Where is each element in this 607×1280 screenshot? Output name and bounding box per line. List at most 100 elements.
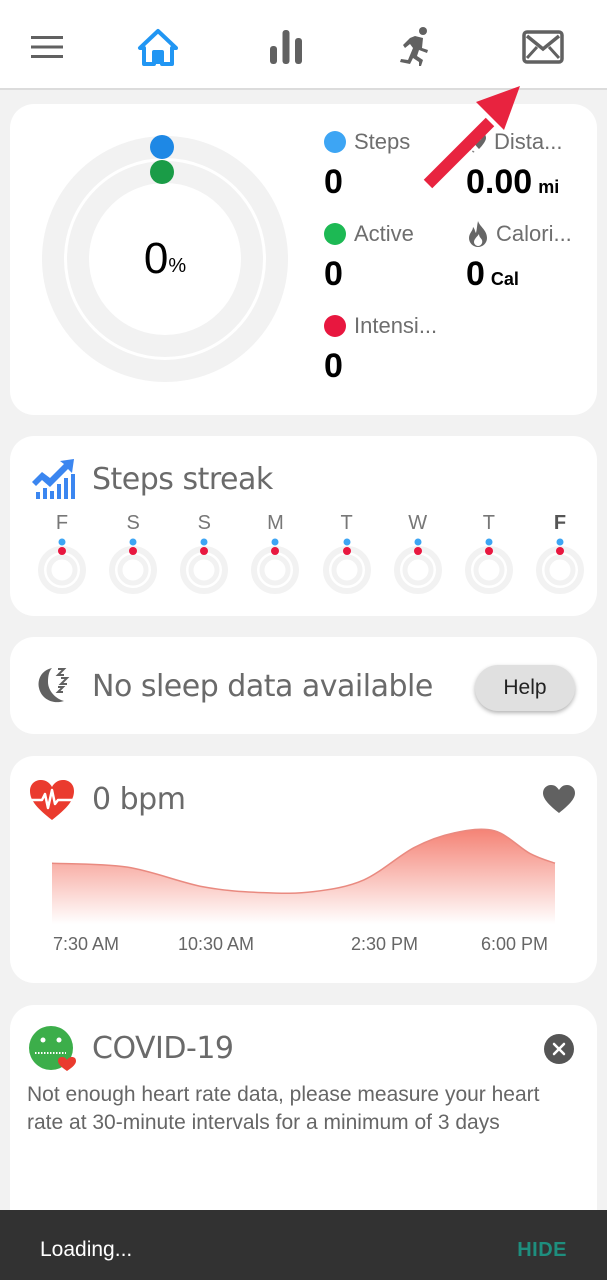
heart-rate-card[interactable]: 0 bpm 7:30 AM 10:30 AM 2:30 PM 6:00 PM [10,756,597,983]
calories-label: Calori... [496,221,572,246]
heart-rate-x-axis: 7:30 AM 10:30 AM 2:30 PM 6:00 PM [10,934,597,958]
intensity-stat[interactable]: Intensi... 0 [324,312,437,386]
hide-button[interactable]: HIDE [517,1239,567,1262]
day-label: S [126,512,140,534]
heart-rate-chart [51,828,556,924]
steps-streak-card[interactable]: Steps streak F S S M T W T F [10,436,597,616]
day-intensity-dot [58,547,66,555]
day-label: S [197,512,211,534]
heart-rate-area [52,829,555,924]
x-tick-label: 6:00 PM [481,934,549,954]
day-inner-ring [544,554,576,586]
home-tab[interactable] [133,22,183,72]
day-inner-ring [259,554,291,586]
home-icon [138,29,178,66]
day-label: T [340,512,353,534]
menu-icon [31,36,63,58]
day-ring [251,538,300,594]
day-label: M [267,512,284,534]
streak-day[interactable]: T [463,512,515,594]
day-intensity-dot [271,547,280,555]
streak-day[interactable]: T [321,512,373,594]
intensity-value: 0 [324,347,343,385]
day-ring [109,538,158,594]
active-stat[interactable]: Active 0 [324,220,414,294]
day-label: F [553,512,567,534]
close-icon[interactable] [543,1033,575,1065]
streak-day[interactable]: S [178,512,230,594]
location-icon [469,131,486,153]
percentage-sign: % [168,254,187,277]
distance-value: 0.00 [466,163,533,201]
heart-rate-value: 0 bpm [92,782,186,817]
day-steps-dot [271,538,279,546]
streak-day[interactable]: F [36,512,88,594]
active-value: 0 [324,255,343,293]
day-inner-ring [117,554,149,586]
bar-chart-icon [270,30,302,64]
calories-stat[interactable]: Calori... 0 Cal [466,220,572,299]
day-steps-dot [343,538,351,546]
covid-card[interactable]: COVID-19 Not enough heart rate data, ple… [10,1005,597,1245]
activity-rings: 0 % [40,134,290,384]
day-intensity-dot [555,547,564,555]
streak-day[interactable]: F [534,512,586,594]
day-ring [393,538,442,594]
active-dot-icon [324,223,346,245]
day-ring [180,538,229,594]
messages-button[interactable] [518,22,568,72]
percentage-value: 0 [143,234,169,283]
distance-label: Dista... [494,129,563,154]
day-inner-ring [188,554,220,586]
day-ring [535,538,584,594]
activity-summary-card[interactable]: 0 % Steps 0 Dista... 0.00 mi Active 0 Cal… [10,104,597,415]
moon-sleep-icon [38,668,70,703]
intensity-dot-icon [324,315,346,337]
top-navigation-bar [0,0,607,90]
distance-stat[interactable]: Dista... 0.00 mi [466,128,562,207]
streak-days: FSSMTWTF [36,512,586,594]
covid-message: Not enough heart rate data, please measu… [27,1083,540,1134]
steps-value: 0 [324,163,343,201]
sick-face-icon [29,1026,76,1071]
steps-stat[interactable]: Steps 0 [324,128,410,202]
streak-day[interactable]: M [249,512,301,594]
day-steps-dot [556,538,564,546]
steps-dot-icon [324,131,346,153]
day-steps-dot [200,538,208,546]
loading-snackbar: Loading... HIDE [0,1210,607,1280]
intensity-label: Intensi... [354,313,438,338]
x-tick-label: 2:30 PM [351,934,419,954]
streak-day[interactable]: S [107,512,159,594]
day-inner-ring [331,554,363,586]
mail-icon [522,30,564,64]
sleep-card[interactable]: No sleep data available Help [10,637,597,734]
active-label: Active [354,221,414,246]
steps-streak-title: Steps streak [92,462,273,497]
day-ring [464,538,513,594]
menu-button[interactable] [22,22,72,72]
day-steps-dot [58,538,66,546]
help-button[interactable]: Help [475,665,575,711]
day-intensity-dot [200,547,209,555]
running-icon [400,27,428,66]
calories-unit: Cal [490,269,519,289]
flame-icon [469,221,487,247]
day-intensity-dot [342,547,351,555]
favorite-heart-icon[interactable] [542,784,576,814]
steps-label: Steps [354,129,411,154]
statistics-tab[interactable] [261,22,311,72]
goal-percentage: 0 % [40,134,290,384]
day-inner-ring [402,554,434,586]
day-label: T [482,512,495,534]
no-sleep-message: No sleep data available [92,669,433,704]
day-steps-dot [414,538,422,546]
day-intensity-dot [484,547,493,555]
day-steps-dot [485,538,493,546]
calories-value: 0 [466,255,485,293]
streak-day[interactable]: W [392,512,444,594]
day-inner-ring [473,554,505,586]
snackbar-message: Loading... [40,1238,133,1261]
workout-tab[interactable] [390,22,440,72]
day-inner-ring [46,554,78,586]
